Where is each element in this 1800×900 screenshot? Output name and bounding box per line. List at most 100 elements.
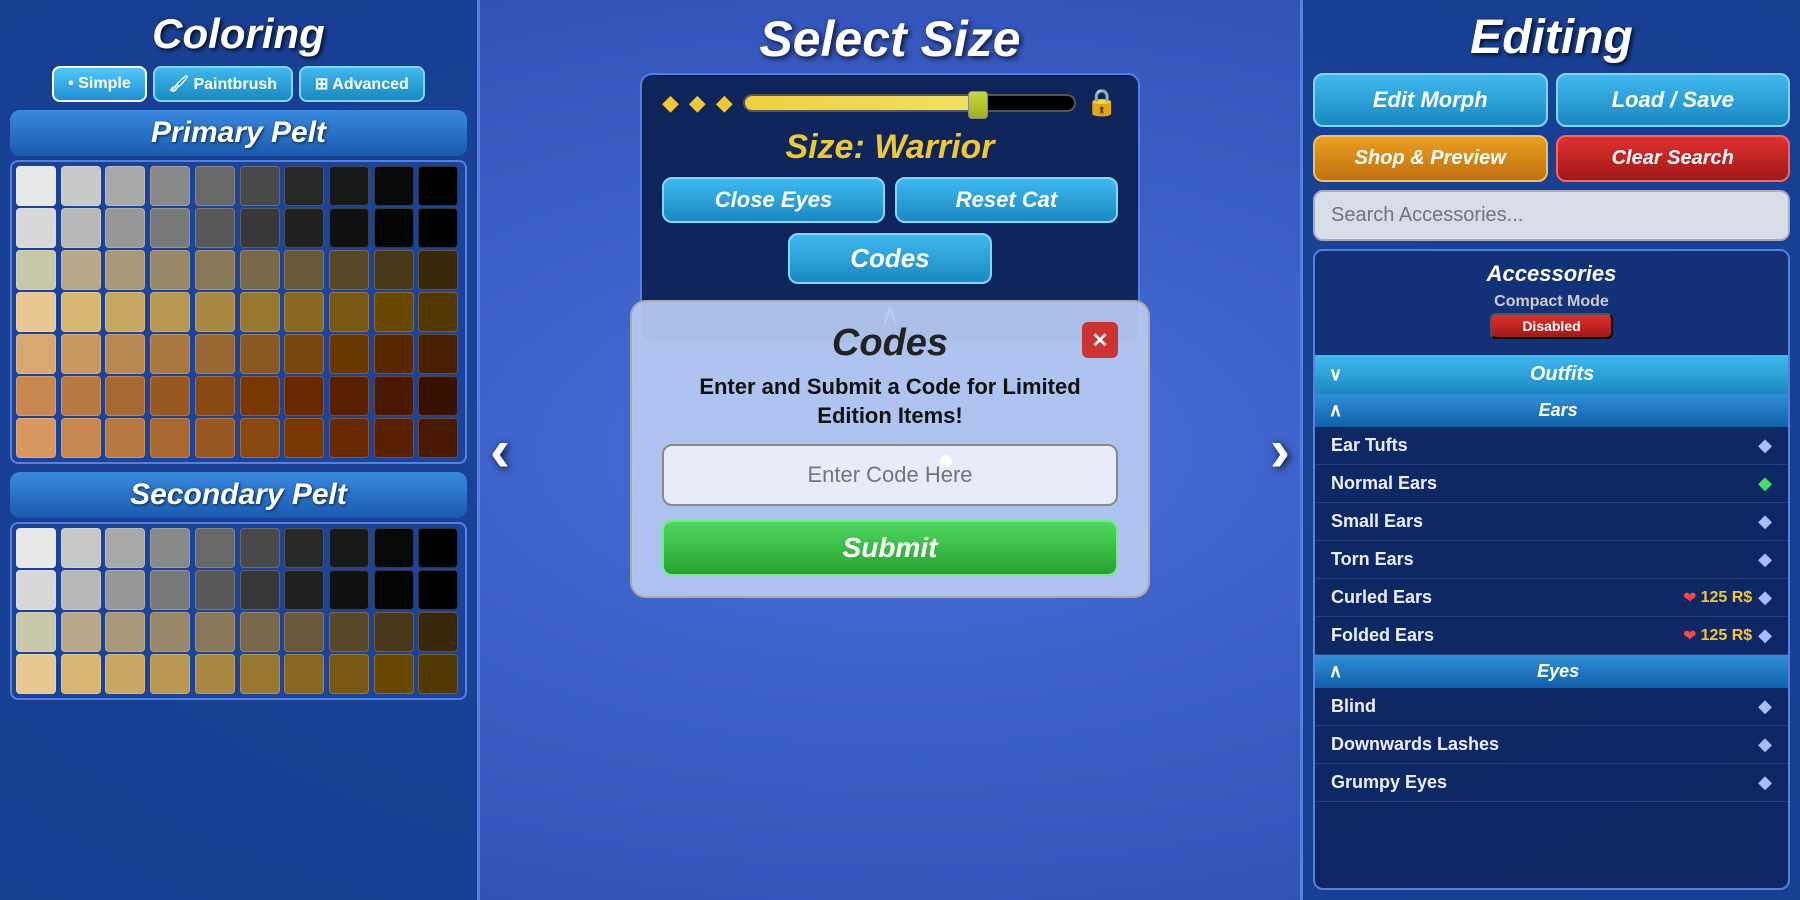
color-cell[interactable] bbox=[374, 654, 414, 694]
color-cell[interactable] bbox=[240, 612, 280, 652]
color-cell[interactable] bbox=[105, 334, 145, 374]
color-cell[interactable] bbox=[150, 292, 190, 332]
color-cell[interactable] bbox=[150, 376, 190, 416]
color-cell[interactable] bbox=[105, 166, 145, 206]
modal-close-button[interactable]: ✕ bbox=[1082, 322, 1118, 358]
color-cell[interactable] bbox=[61, 208, 101, 248]
color-cell[interactable] bbox=[329, 208, 369, 248]
color-cell[interactable] bbox=[374, 334, 414, 374]
color-cell[interactable] bbox=[240, 654, 280, 694]
color-cell[interactable] bbox=[16, 570, 56, 610]
color-cell[interactable] bbox=[329, 418, 369, 458]
ears-subcategory[interactable]: ∧ Ears bbox=[1315, 394, 1788, 427]
list-item[interactable]: Ear Tufts ◆ bbox=[1315, 427, 1788, 465]
nav-arrow-left[interactable]: ‹ bbox=[490, 416, 510, 485]
list-item[interactable]: Curled Ears ❤ 125 R$ ◆ bbox=[1315, 579, 1788, 617]
list-item[interactable]: Normal Ears ◆ bbox=[1315, 465, 1788, 503]
color-cell[interactable] bbox=[284, 376, 324, 416]
clear-search-button[interactable]: Clear Search bbox=[1556, 135, 1791, 182]
color-cell[interactable] bbox=[61, 528, 101, 568]
color-cell[interactable] bbox=[61, 334, 101, 374]
nav-arrow-right[interactable]: › bbox=[1270, 416, 1290, 485]
color-cell[interactable] bbox=[195, 528, 235, 568]
color-cell[interactable] bbox=[61, 570, 101, 610]
color-cell[interactable] bbox=[329, 570, 369, 610]
color-cell[interactable] bbox=[105, 612, 145, 652]
color-cell[interactable] bbox=[374, 208, 414, 248]
size-slider[interactable] bbox=[743, 94, 1076, 112]
simple-mode-button[interactable]: • Simple bbox=[52, 66, 147, 102]
color-cell[interactable] bbox=[105, 418, 145, 458]
color-cell[interactable] bbox=[195, 654, 235, 694]
color-cell[interactable] bbox=[105, 376, 145, 416]
compact-mode-toggle[interactable]: Disabled bbox=[1490, 313, 1612, 339]
color-cell[interactable] bbox=[61, 250, 101, 290]
color-cell[interactable] bbox=[150, 654, 190, 694]
color-cell[interactable] bbox=[418, 528, 458, 568]
color-cell[interactable] bbox=[374, 250, 414, 290]
color-cell[interactable] bbox=[418, 250, 458, 290]
color-cell[interactable] bbox=[16, 208, 56, 248]
color-cell[interactable] bbox=[16, 166, 56, 206]
color-cell[interactable] bbox=[195, 208, 235, 248]
color-cell[interactable] bbox=[105, 208, 145, 248]
color-cell[interactable] bbox=[374, 376, 414, 416]
color-cell[interactable] bbox=[240, 292, 280, 332]
advanced-mode-button[interactable]: ⊞ Advanced bbox=[299, 66, 425, 102]
color-cell[interactable] bbox=[284, 208, 324, 248]
color-cell[interactable] bbox=[105, 292, 145, 332]
color-cell[interactable] bbox=[374, 418, 414, 458]
color-cell[interactable] bbox=[284, 292, 324, 332]
color-cell[interactable] bbox=[284, 334, 324, 374]
color-cell[interactable] bbox=[61, 166, 101, 206]
color-cell[interactable] bbox=[150, 208, 190, 248]
color-cell[interactable] bbox=[61, 418, 101, 458]
list-item[interactable]: Folded Ears ❤ 125 R$ ◆ bbox=[1315, 617, 1788, 655]
color-cell[interactable] bbox=[195, 570, 235, 610]
edit-morph-button[interactable]: Edit Morph bbox=[1313, 73, 1548, 127]
color-cell[interactable] bbox=[418, 570, 458, 610]
color-cell[interactable] bbox=[16, 250, 56, 290]
color-cell[interactable] bbox=[105, 654, 145, 694]
color-cell[interactable] bbox=[418, 654, 458, 694]
list-item[interactable]: Small Ears ◆ bbox=[1315, 503, 1788, 541]
color-cell[interactable] bbox=[418, 292, 458, 332]
color-cell[interactable] bbox=[329, 166, 369, 206]
color-cell[interactable] bbox=[284, 418, 324, 458]
color-cell[interactable] bbox=[105, 570, 145, 610]
color-cell[interactable] bbox=[284, 612, 324, 652]
color-cell[interactable] bbox=[418, 334, 458, 374]
close-eyes-button[interactable]: Close Eyes bbox=[662, 177, 885, 223]
load-save-button[interactable]: Load / Save bbox=[1556, 73, 1791, 127]
color-cell[interactable] bbox=[284, 654, 324, 694]
color-cell[interactable] bbox=[195, 612, 235, 652]
paintbrush-mode-button[interactable]: 🖌 Paintbrush bbox=[153, 66, 293, 102]
submit-button[interactable]: Submit bbox=[662, 520, 1118, 576]
list-item[interactable]: Torn Ears ◆ bbox=[1315, 541, 1788, 579]
color-cell[interactable] bbox=[418, 612, 458, 652]
eyes-subcategory[interactable]: ∧ Eyes bbox=[1315, 655, 1788, 688]
code-input[interactable] bbox=[662, 444, 1118, 506]
color-cell[interactable] bbox=[284, 250, 324, 290]
color-cell[interactable] bbox=[16, 334, 56, 374]
color-cell[interactable] bbox=[418, 166, 458, 206]
reset-cat-button[interactable]: Reset Cat bbox=[895, 177, 1118, 223]
color-cell[interactable] bbox=[61, 376, 101, 416]
shop-preview-button[interactable]: Shop & Preview bbox=[1313, 135, 1548, 182]
list-item[interactable]: Blind ◆ bbox=[1315, 688, 1788, 726]
lock-icon[interactable]: 🔒 bbox=[1086, 87, 1118, 118]
color-cell[interactable] bbox=[284, 570, 324, 610]
color-cell[interactable] bbox=[329, 376, 369, 416]
color-cell[interactable] bbox=[418, 376, 458, 416]
color-cell[interactable] bbox=[240, 250, 280, 290]
color-cell[interactable] bbox=[329, 250, 369, 290]
color-cell[interactable] bbox=[374, 166, 414, 206]
color-cell[interactable] bbox=[374, 612, 414, 652]
color-cell[interactable] bbox=[195, 376, 235, 416]
color-cell[interactable] bbox=[150, 334, 190, 374]
color-cell[interactable] bbox=[284, 166, 324, 206]
color-cell[interactable] bbox=[374, 528, 414, 568]
search-accessories-input[interactable] bbox=[1313, 190, 1790, 241]
color-cell[interactable] bbox=[105, 250, 145, 290]
color-cell[interactable] bbox=[150, 250, 190, 290]
